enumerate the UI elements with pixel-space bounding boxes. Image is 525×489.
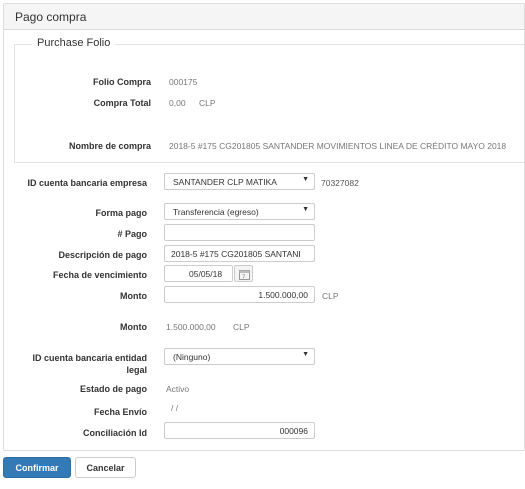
monto-total-currency: CLP [233,322,250,332]
estado-pago-label: Estado de pago [79,384,147,394]
confirm-button[interactable]: Confirmar [3,457,71,478]
conciliacion-label: Conciliación Id [82,428,147,438]
chevron-down-icon: ▼ [302,206,309,213]
cuenta-legal-selected: (Ninguno) [173,352,211,362]
conciliacion-input[interactable]: 000096 [164,422,315,439]
fecha-vencimiento-input[interactable]: 05/05/18 [164,265,233,282]
forma-pago-select[interactable]: Transferencia (egreso) ▼ [164,203,315,220]
folio-compra-label: Folio Compra [93,77,151,87]
folio-compra-value: 000175 [169,77,198,87]
descripcion-value: 2018-5 #175 CG201805 SANTANI [171,249,301,259]
cuenta-legal-label-line2: legal [126,365,147,375]
fecha-vencimiento-label: Fecha de vencimiento [52,270,147,280]
chevron-down-icon: ▼ [302,351,309,358]
compra-total-value: 0,00 [169,98,186,108]
monto-currency: CLP [322,291,339,301]
svg-text:7: 7 [242,275,245,281]
descripcion-label: Descripción de pago [58,250,147,260]
num-pago-label: # Pago [117,229,147,239]
panel-title: Pago compra [15,10,87,24]
num-pago-input[interactable] [164,224,315,241]
cuenta-empresa-number: 70327082 [321,178,359,188]
cuenta-legal-select[interactable]: (Ninguno) ▼ [164,348,315,365]
descripcion-input[interactable]: 2018-5 #175 CG201805 SANTANI [164,245,315,262]
cancel-button[interactable]: Cancelar [75,457,136,478]
cuenta-empresa-select[interactable]: SANTANDER CLP MATIKA ▼ [164,173,315,190]
nombre-compra-label: Nombre de compra [68,141,151,151]
fecha-envio-label: Fecha Envío [93,407,147,417]
fecha-envio-value: / / [171,403,179,413]
cuenta-empresa-selected: SANTANDER CLP MATIKA [173,177,277,187]
fecha-vencimiento-value: 05/05/18 [189,269,223,279]
nombre-compra-value: 2018-5 #175 CG201805 SANTANDER MOVIMIENT… [169,141,507,151]
monto-total-label: Monto [120,322,147,332]
monto-value: 1.500.000,00 [258,290,308,300]
cuenta-empresa-label: ID cuenta bancaria empresa [27,178,147,188]
cuenta-legal-label-line1: ID cuenta bancaria entidad [32,353,147,363]
estado-pago-value: Activo [166,384,190,394]
fieldset-legend: Purchase Folio [32,37,116,49]
monto-label: Monto [120,291,147,301]
conciliacion-value: 000096 [279,426,308,436]
monto-total-value: 1.500.000,00 [166,322,216,332]
compra-total-currency: CLP [199,98,216,108]
chevron-down-icon: ▼ [302,176,309,183]
calendar-icon[interactable]: 7 [234,265,253,282]
forma-pago-selected: Transferencia (egreso) [173,207,259,217]
panel-header: Pago compra [4,4,524,30]
monto-input[interactable]: 1.500.000,00 [164,286,315,303]
forma-pago-label: Forma pago [95,208,147,218]
compra-total-label: Compra Total [93,98,151,108]
